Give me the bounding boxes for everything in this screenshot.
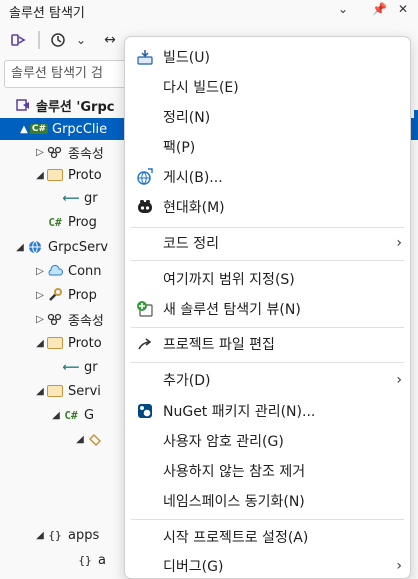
menu-item-edit-project-file[interactable]: 프로젝트 파일 편집 bbox=[125, 329, 410, 359]
submenu-arrow-icon: › bbox=[396, 372, 402, 388]
connected-services-icon bbox=[46, 263, 64, 279]
collapse-arrow-icon[interactable]: ◢ bbox=[34, 386, 46, 397]
solution-icon bbox=[14, 97, 32, 113]
menu-item-set-startup-project[interactable]: 시작 프로젝트로 설정(A) bbox=[125, 522, 410, 552]
context-menu: 빌드(U) 다시 빌드(E) 정리(N) 팩(P) 게시(B)... 현대화(M… bbox=[124, 36, 411, 579]
menu-separator bbox=[131, 260, 404, 261]
toolbar-separator bbox=[38, 31, 40, 49]
menu-item-manage-nuget[interactable]: NuGet 패키지 관리(N)... bbox=[125, 396, 410, 426]
dependencies-icon bbox=[46, 144, 64, 160]
panel-title: 솔루션 탐색기 bbox=[9, 6, 85, 21]
search-placeholder: 솔루션 탐색기 검 bbox=[11, 66, 103, 81]
expand-arrow-icon[interactable]: ▷ bbox=[34, 266, 46, 277]
menu-item-scope-to-this[interactable]: 여기까지 범위 지정(S) bbox=[125, 264, 410, 294]
menu-separator bbox=[131, 362, 404, 363]
menu-item-add[interactable]: 추가(D) › bbox=[125, 365, 410, 395]
sync-icon[interactable]: ↔ bbox=[100, 30, 120, 50]
pin-icon[interactable]: 📌 bbox=[372, 2, 387, 16]
chevron-down-icon[interactable]: ⌄ bbox=[74, 30, 88, 50]
nuget-icon bbox=[135, 401, 155, 421]
publish-icon bbox=[135, 167, 155, 187]
menu-item-modernize[interactable]: 현대화(M) bbox=[125, 192, 410, 222]
collapse-arrow-icon[interactable]: ▲ bbox=[18, 124, 30, 135]
folder-icon bbox=[46, 335, 64, 351]
properties-icon bbox=[46, 287, 64, 303]
copilot-icon bbox=[135, 197, 155, 217]
expand-arrow-icon[interactable]: ▷ bbox=[34, 147, 46, 158]
submenu-arrow-icon: › bbox=[396, 235, 402, 251]
menu-item-debug[interactable]: 디버그(G) › bbox=[125, 551, 410, 578]
menu-item-rebuild[interactable]: 다시 빌드(E) bbox=[125, 72, 410, 102]
menu-separator bbox=[131, 519, 404, 520]
proto-file-icon: ⟵ bbox=[62, 191, 80, 205]
csharp-project-icon: C# bbox=[29, 124, 49, 134]
json-file-icon: {} bbox=[48, 528, 62, 542]
menu-item-pack[interactable]: 팩(P) bbox=[125, 132, 410, 162]
class-icon bbox=[86, 431, 104, 447]
folder-icon bbox=[46, 167, 64, 183]
chevron-down-icon[interactable]: ⌄ bbox=[338, 2, 348, 16]
proto-file-icon: ⟵ bbox=[62, 360, 80, 374]
menu-item-manage-user-secrets[interactable]: 사용자 암호 관리(G) bbox=[125, 426, 410, 456]
edit-project-icon bbox=[135, 334, 155, 354]
menu-item-new-solution-view[interactable]: 새 솔루션 탐색기 뷰(N) bbox=[125, 294, 410, 324]
menu-item-code-cleanup[interactable]: 코드 정리 › bbox=[125, 228, 410, 258]
menu-item-sync-namespaces[interactable]: 네임스페이스 동기화(N) bbox=[125, 486, 410, 516]
collapse-arrow-icon[interactable]: ◢ bbox=[34, 170, 46, 181]
build-icon bbox=[135, 47, 155, 67]
folder-icon bbox=[46, 383, 64, 399]
menu-separator bbox=[131, 327, 404, 328]
csharp-file-icon: C# bbox=[48, 215, 62, 229]
collapse-arrow-icon[interactable]: ◢ bbox=[50, 410, 62, 421]
search-input[interactable]: 솔루션 탐색기 검 bbox=[4, 60, 144, 88]
json-file-icon: {} bbox=[78, 553, 92, 567]
submenu-arrow-icon: › bbox=[396, 558, 402, 574]
collapse-arrow-icon[interactable]: ◢ bbox=[34, 338, 46, 349]
scrollbar-thumb[interactable] bbox=[414, 110, 418, 134]
switch-views-icon[interactable] bbox=[8, 30, 28, 50]
collapse-arrow-icon[interactable]: ◢ bbox=[34, 530, 46, 541]
menu-item-clean[interactable]: 정리(N) bbox=[125, 102, 410, 132]
expand-arrow-icon[interactable]: ▷ bbox=[34, 290, 46, 301]
close-icon[interactable]: ✕ bbox=[398, 2, 408, 16]
collapse-arrow-icon[interactable]: ◢ bbox=[74, 434, 86, 445]
menu-item-publish[interactable]: 게시(B)... bbox=[125, 162, 410, 192]
title-bar: 솔루션 탐색기 ⌄ 📌 ✕ bbox=[0, 0, 418, 24]
dependencies-icon bbox=[46, 311, 64, 327]
csharp-file-icon: C# bbox=[64, 408, 78, 422]
collapse-arrow-icon[interactable]: ◢ bbox=[14, 242, 26, 253]
expand-arrow-icon[interactable]: ▷ bbox=[34, 314, 46, 325]
new-view-icon bbox=[135, 299, 155, 319]
web-project-icon bbox=[26, 239, 44, 255]
menu-item-remove-unused-references[interactable]: 사용하지 않는 참조 제거 bbox=[125, 456, 410, 486]
menu-item-build[interactable]: 빌드(U) bbox=[125, 42, 410, 72]
history-icon[interactable] bbox=[48, 30, 68, 50]
